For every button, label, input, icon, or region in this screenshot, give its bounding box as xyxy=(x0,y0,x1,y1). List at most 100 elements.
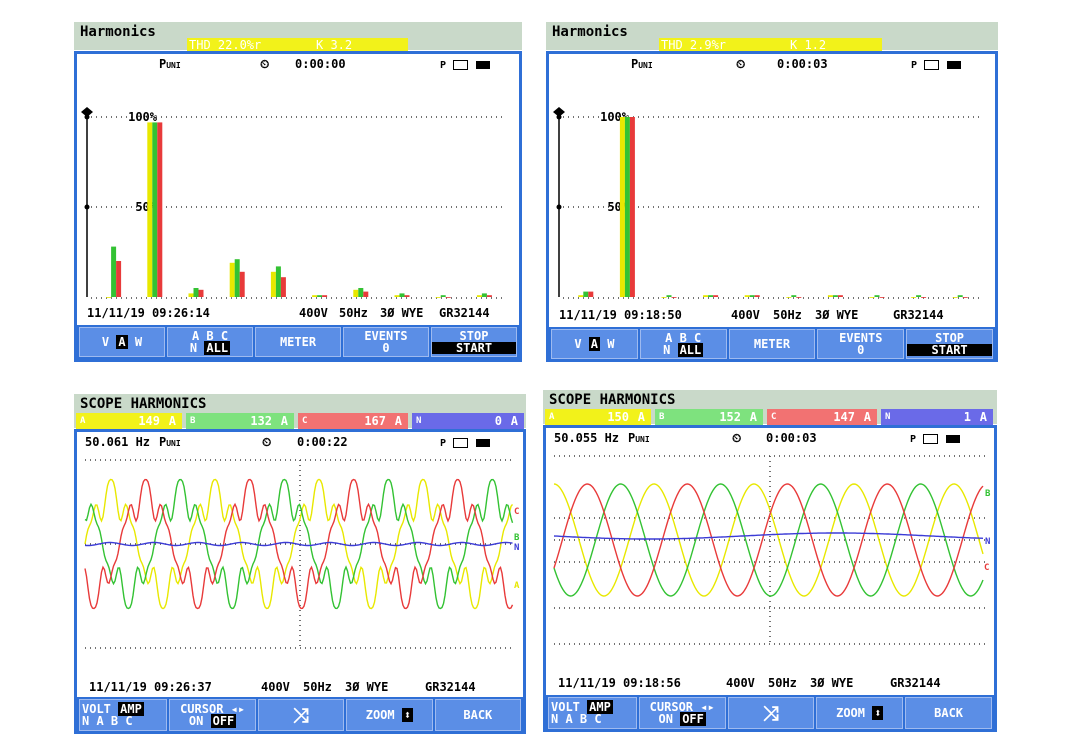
bar-b xyxy=(624,117,630,297)
softkey-bar: VOLT AMP N A B C CURSOR ◂▸ ON OFF ⤨ ZOOM ⬍… xyxy=(77,697,523,733)
bar-c xyxy=(671,297,677,298)
status-line: 50.061 Hz PUNI ⏲ 0:00:22 P xyxy=(77,435,523,451)
phase-c-reading: C 167 A xyxy=(298,413,408,429)
footer-voltage: 400V xyxy=(726,676,755,690)
footer-date: 11/11/19 xyxy=(559,308,617,322)
trace-label-b: B xyxy=(985,489,991,499)
footer-line: 11/11/19 09:18:56 400V 50Hz 3Ø WYE GR321… xyxy=(558,676,988,690)
panel-title-text: Harmonics xyxy=(552,24,628,40)
bar-b xyxy=(399,293,405,297)
bar-c xyxy=(198,289,204,297)
trace-label-n: N xyxy=(514,543,519,553)
harmonics-screen: PUNI ⏲ 0:00:00 P 100%50%THDDC13579111315… xyxy=(74,51,522,362)
battery-icon xyxy=(475,438,490,447)
stop-start-button[interactable]: STOP START xyxy=(431,327,517,357)
scope-panel-1: SCOPE HARMONICS A 149 A B 132 A C 167 A N0A 50… xyxy=(74,394,526,734)
meter-button[interactable]: METER xyxy=(728,329,816,359)
volt-amp-button[interactable]: VOLT AMP N A B C xyxy=(79,699,168,731)
harmonics-bar-chart: 100%50%THDDC1357911131517 xyxy=(81,107,505,299)
bar-a xyxy=(106,297,112,298)
bar-a xyxy=(744,295,750,297)
phase-select-button[interactable]: A B CN ALL xyxy=(639,329,727,359)
footer-serial: GR32144 xyxy=(439,306,490,320)
bar-c xyxy=(116,261,122,297)
trace-label-c: C xyxy=(514,507,519,517)
y-tick-label: 100% xyxy=(128,110,158,124)
bar-c xyxy=(322,295,328,297)
footer-freq: 50Hz xyxy=(773,308,802,322)
trace-phase-c xyxy=(553,483,984,597)
y-tick-marker xyxy=(84,114,90,120)
bar-a xyxy=(869,297,875,298)
bar-b xyxy=(358,288,364,297)
elapsed-time: 0:00:00 xyxy=(295,57,346,71)
status-line: 50.055 Hz PUNI ⏲ 0:00:03 P xyxy=(546,431,994,447)
bar-c xyxy=(588,291,594,297)
back-button[interactable]: BACK xyxy=(905,697,992,729)
cursor-button[interactable]: CURSOR ◂▸ ON OFF xyxy=(169,699,256,731)
bar-a xyxy=(312,295,318,297)
zoom-button[interactable]: ZOOM ⬍ xyxy=(346,699,433,731)
thd-badge: THD 2.9%r xyxy=(659,38,788,52)
vaw-button[interactable]: V A W xyxy=(551,329,638,359)
softkey-bar: VOLT AMP N A B C CURSOR ◂▸ ON OFF ⤨ ZOOM ⬍… xyxy=(546,695,994,731)
phase-b-reading: B 132 A xyxy=(186,413,294,429)
bar-a xyxy=(394,295,400,297)
cursor-button[interactable]: CURSOR ◂▸ ON OFF xyxy=(638,697,726,729)
mode-indicator: PUNI xyxy=(628,431,650,445)
bar-b xyxy=(275,266,281,297)
frequency-readout: 50.055 Hz xyxy=(554,431,620,445)
trace-neutral xyxy=(553,532,984,540)
footer-config: 3Ø WYE xyxy=(815,308,859,322)
bar-b xyxy=(916,295,922,297)
events-button[interactable]: EVENTS 0 xyxy=(817,329,905,359)
bar-a xyxy=(435,297,441,298)
thd-badge: THD 22.0%r xyxy=(187,38,314,52)
clock-icon: ⏲ xyxy=(262,435,272,449)
footer-config: 3Ø WYE xyxy=(380,306,424,320)
frequency-readout: 50.061 Hz xyxy=(85,435,151,449)
phase-n-reading: N1A xyxy=(881,409,993,425)
volt-amp-button[interactable]: VOLT AMP N A B C xyxy=(548,697,637,729)
status-icons: P xyxy=(440,57,490,71)
footer-freq: 50Hz xyxy=(768,676,797,690)
bar-c xyxy=(879,297,885,298)
bar-b xyxy=(957,295,963,297)
trace-phase-b xyxy=(553,483,984,597)
bar-b xyxy=(583,291,589,297)
footer-time: 09:26:37 xyxy=(154,680,212,694)
bar-a xyxy=(270,271,276,297)
back-button[interactable]: BACK xyxy=(434,699,522,731)
meter-button[interactable]: METER xyxy=(255,327,341,357)
zoom-button[interactable]: ZOOM ⬍ xyxy=(816,697,904,729)
stop-start-button[interactable]: STOP START xyxy=(906,329,993,359)
bar-c xyxy=(404,295,410,297)
phase-a-reading: A 150 A xyxy=(545,409,651,425)
footer-line: 11/11/19 09:18:50 400V 50Hz 3Ø WYE GR321… xyxy=(559,308,989,322)
k-value: K 3.2 xyxy=(316,38,353,52)
thd-value: THD 2.9%r xyxy=(661,38,727,52)
bar-a xyxy=(147,122,153,298)
footer-voltage: 400V xyxy=(299,306,328,320)
scope-waveform: C BN A xyxy=(84,459,520,649)
bar-a xyxy=(703,295,709,297)
panel-title-text: Harmonics xyxy=(80,24,156,40)
trace-label-c: C xyxy=(984,563,989,573)
bar-b xyxy=(791,295,797,297)
bar-b xyxy=(666,295,672,297)
vaw-button[interactable]: V A W xyxy=(79,327,165,357)
bar-c xyxy=(754,295,760,297)
move-icon[interactable]: ⤨ xyxy=(727,697,815,729)
y-tick-marker xyxy=(556,204,562,210)
clock-icon: ⏲ xyxy=(732,431,742,445)
move-icon[interactable]: ⤨ xyxy=(257,699,345,731)
y-tick-marker xyxy=(84,204,90,210)
events-button[interactable]: EVENTS 0 xyxy=(343,327,429,357)
bar-a xyxy=(353,289,359,297)
bar-b xyxy=(152,122,158,298)
phase-select-button[interactable]: A B CN ALL xyxy=(167,327,253,357)
clock-icon: ⏲ xyxy=(736,57,746,71)
trace-phase-a xyxy=(553,483,984,597)
scope-waveform: B N C xyxy=(553,455,991,645)
bar-a xyxy=(578,295,584,297)
